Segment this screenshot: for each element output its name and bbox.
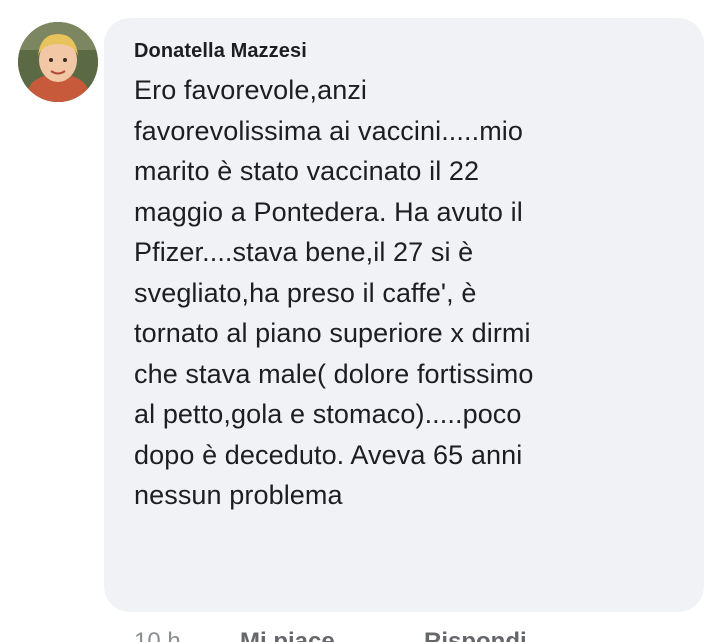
user-avatar-icon <box>18 22 98 102</box>
like-button[interactable]: Mi piace <box>240 628 335 642</box>
comment-time[interactable]: 10 h <box>134 628 181 642</box>
comment-screen: Donatella Mazzesi Ero favorevole,anzi fa… <box>0 0 720 642</box>
reply-button[interactable]: Rispondi <box>424 628 527 642</box>
comment-bubble: Donatella Mazzesi Ero favorevole,anzi fa… <box>104 18 704 612</box>
comment-actions: 10 h Mi piace Rispondi <box>0 628 720 642</box>
comment-author[interactable]: Donatella Mazzesi <box>134 38 680 64</box>
avatar[interactable] <box>18 22 98 102</box>
comment-text: Ero favorevole,anzi favorevolissima ai v… <box>134 75 534 510</box>
